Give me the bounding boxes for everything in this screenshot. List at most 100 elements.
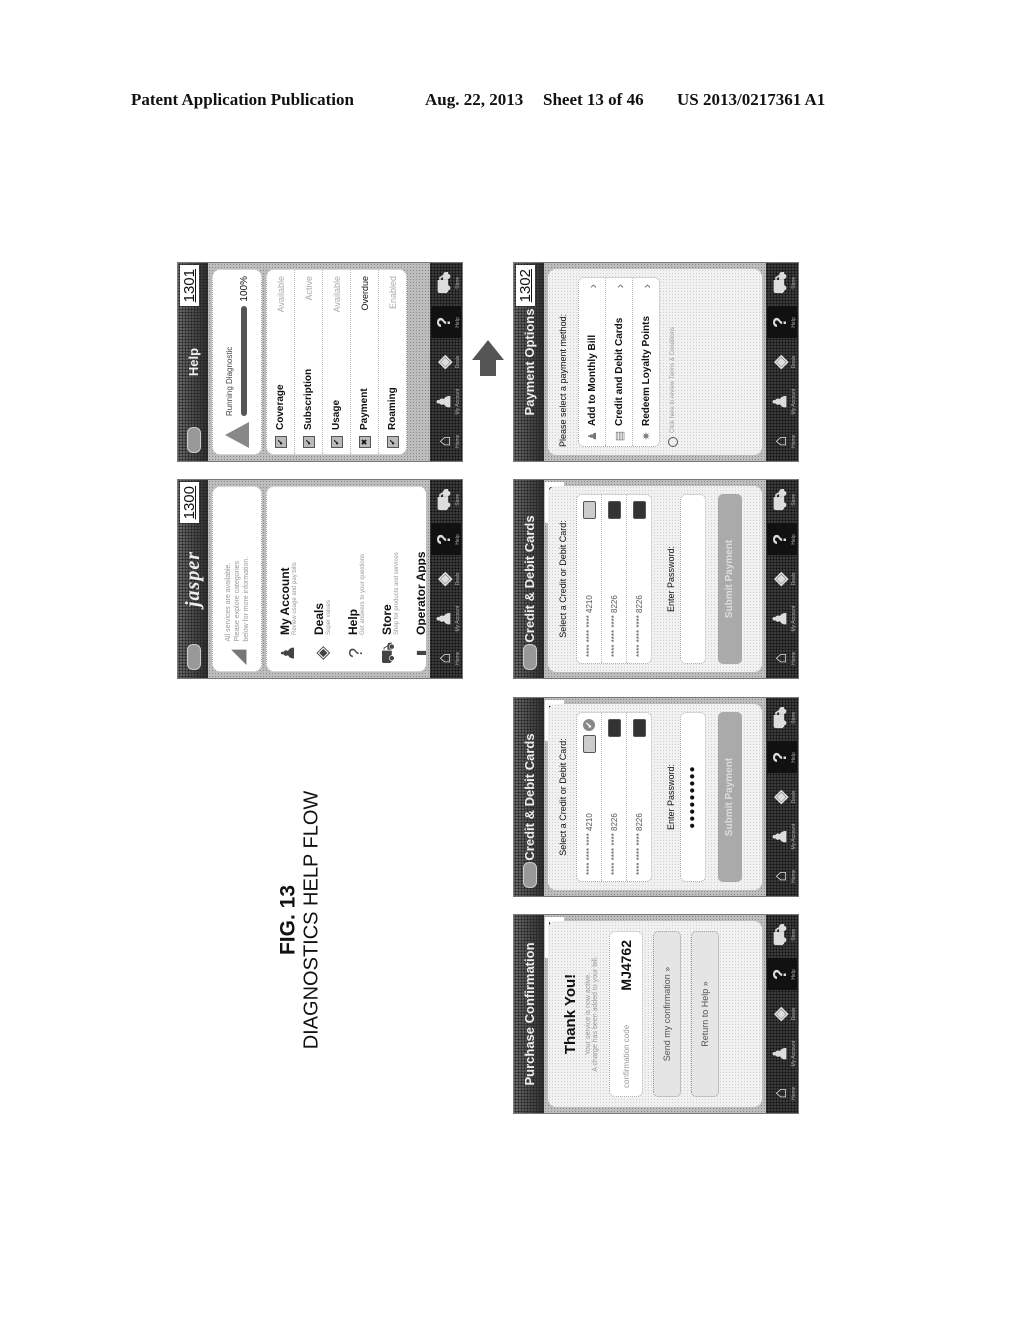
tab-label: My Account — [791, 388, 797, 415]
diagnostic-item-usage[interactable]: ✔ Usage Available — [323, 270, 351, 454]
tab-my-account[interactable]: ♟ My Account — [767, 603, 797, 635]
send-confirmation-button[interactable]: Send my confirmation » — [653, 930, 681, 1097]
back-button[interactable] — [523, 861, 537, 888]
menu-item-my-account[interactable]: ♟ My Account Review usage and pay bills — [271, 487, 305, 671]
menu-item-operator-apps[interactable]: ⬇Operator AppsGet more out of your phone — [407, 487, 427, 671]
content-area: Thank You! Your service is now active. A… — [548, 920, 762, 1107]
card-option[interactable]: **** **** **** 8226 — [602, 712, 627, 881]
back-button[interactable] — [187, 427, 201, 453]
screen-title: Credit & Debit Cards — [521, 515, 537, 643]
account-icon: ♟ — [770, 1045, 790, 1062]
tab-my-account[interactable]: ♟ My Account — [767, 386, 797, 418]
store-cart-icon: ⛟ — [770, 923, 790, 946]
masked-card-number: **** **** **** 4210 — [584, 595, 594, 657]
tab-bar: ⌂ Home ♟ My Account ◈ Deals ? Help ⛟ Store — [766, 480, 798, 678]
error-x-icon: ✖ — [358, 436, 371, 448]
payment-option-credit-and-debit-cards[interactable]: ▤ Credit and Debit Cards › — [606, 278, 633, 446]
tab-help[interactable]: ? Help — [431, 306, 461, 339]
tab-label: Home — [791, 651, 797, 665]
tab-label: Help — [791, 968, 797, 980]
tab-my-account[interactable]: ♟ My Account — [767, 820, 797, 852]
submit-payment-button[interactable]: Submit Payment — [718, 494, 742, 664]
tab-deals[interactable]: ◈ Deals — [767, 346, 797, 378]
diagnostic-item-label: Usage — [331, 399, 342, 430]
home-icon: ⌂ — [770, 870, 790, 882]
payment-option-add-to-monthly-bill[interactable]: ♟ Add to Monthly Bill › — [579, 278, 606, 446]
password-input[interactable]: ●●●●●●●●● — [680, 711, 706, 882]
menu-item-deals[interactable]: ◈ Deals Super values — [305, 487, 339, 671]
account-icon: ♟ — [434, 610, 454, 627]
payment-option-redeem-loyalty-points[interactable]: ✷ Redeem Loyalty Points › — [633, 278, 659, 446]
tab-store[interactable]: ⛟ Store — [431, 484, 461, 516]
tab-my-account[interactable]: ♟ My Account — [431, 386, 461, 418]
diagnostic-item-payment[interactable]: ✖ Payment Overdue — [351, 270, 379, 454]
card-option[interactable]: **** **** **** 8226 — [627, 713, 651, 881]
nav-bar: Payment Options 1302 — [514, 263, 544, 461]
diagnostic-item-subscription[interactable]: ✔ Subscription Active — [295, 270, 323, 454]
diagnostic-label: Running Diagnostic — [224, 346, 234, 416]
tab-label: My Account — [455, 388, 461, 415]
tab-deals[interactable]: ◈ Deals — [431, 346, 461, 378]
tab-my-account[interactable]: ♟ My Account — [767, 1037, 797, 1069]
tab-home[interactable]: ⌂ Home — [767, 860, 797, 892]
password-label: Enter Password: — [666, 763, 676, 830]
tab-home[interactable]: ⌂ Home — [767, 1077, 797, 1109]
store-cart-icon: ⛟ — [434, 271, 454, 295]
card-option[interactable]: **** **** **** 4210 — [577, 495, 602, 663]
checkmark-icon: ✔ — [330, 436, 343, 448]
star-icon: ✷ — [640, 431, 653, 441]
screen-title: Credit & Debit Cards — [521, 732, 537, 861]
tab-home[interactable]: ⌂ Home — [767, 642, 797, 674]
store-cart-icon: ⛟ — [770, 271, 790, 295]
submit-payment-button[interactable]: Submit Payment — [718, 711, 742, 882]
tab-deals[interactable]: ◈ Deals — [767, 563, 797, 595]
tab-label: Store — [455, 276, 461, 289]
password-input[interactable] — [680, 494, 706, 664]
tab-store[interactable]: ⛟ Store — [767, 918, 797, 950]
tab-home[interactable]: ⌂ Home — [431, 425, 461, 457]
diagnostic-item-roaming[interactable]: ✔ Roaming Enabled — [379, 270, 406, 454]
notice-line: Please explore categories — [233, 561, 241, 642]
figure-caption: FIG. 13 DIAGNOSTICS HELP FLOW — [277, 791, 324, 1050]
card-option[interactable]: **** **** **** 8226 — [602, 495, 627, 663]
tab-deals[interactable]: ◈ Deals — [767, 998, 797, 1030]
tab-label: My Account — [791, 605, 797, 632]
back-button[interactable] — [187, 644, 201, 670]
tab-store[interactable]: ⛟ Store — [431, 267, 461, 299]
tab-home[interactable]: ⌂ Home — [431, 642, 461, 674]
diagnostic-item-status: Available — [275, 276, 286, 313]
chevron-right-icon: › — [638, 284, 654, 289]
tab-deals[interactable]: ◈ Deals — [767, 781, 797, 813]
visa-card-icon — [632, 718, 646, 737]
card-option[interactable]: **** **** **** 8226 — [627, 495, 651, 663]
menu-item-help[interactable]: ? Help Get answers to your questions — [339, 487, 373, 671]
card-option[interactable]: **** **** **** 4210 ✔ — [577, 712, 602, 881]
reference-numeral: 1302 — [516, 265, 535, 307]
tab-help[interactable]: ? Help — [767, 306, 797, 339]
tab-help[interactable]: ? Help — [767, 740, 797, 773]
account-icon: ♟ — [434, 393, 454, 410]
tab-store[interactable]: ⛟ Store — [767, 701, 797, 733]
payment-prompt: Please select a payment method: — [558, 313, 568, 447]
tab-deals[interactable]: ◈ Deals — [431, 563, 461, 595]
return-to-help-button[interactable]: Return to Help » — [691, 930, 719, 1097]
tab-label: Help — [791, 317, 797, 328]
menu-item-store[interactable]: ⛟ Store Shop for products and services — [373, 487, 407, 671]
tab-store[interactable]: ⛟ Store — [767, 484, 797, 516]
account-icon: ♟ — [586, 431, 599, 441]
tab-home[interactable]: ⌂ Home — [767, 425, 797, 457]
terms-link-text[interactable]: Click here to review Terms & Conditions — [670, 327, 676, 433]
terms-link[interactable]: Click here to review Terms & Conditions — [668, 277, 678, 447]
back-button[interactable] — [523, 644, 537, 670]
deals-tag-icon: ◈ — [770, 355, 790, 369]
tab-store[interactable]: ⛟ Store — [767, 267, 797, 299]
screen-1303-slot: Credit & Debit Cards 1303 Select a Credi… — [512, 478, 800, 680]
help-icon: ? — [434, 533, 454, 545]
diagnostic-item-coverage[interactable]: ✔ Coverage Available — [267, 270, 295, 454]
tab-help[interactable]: ? Help — [767, 523, 797, 556]
tab-help[interactable]: ? Help — [767, 957, 797, 990]
tab-my-account[interactable]: ♟ My Account — [431, 603, 461, 635]
notice-line: below for more information. — [242, 556, 250, 642]
publication-number: US 2013/0217361 A1 — [677, 90, 826, 109]
tab-help[interactable]: ? Help — [431, 523, 461, 556]
